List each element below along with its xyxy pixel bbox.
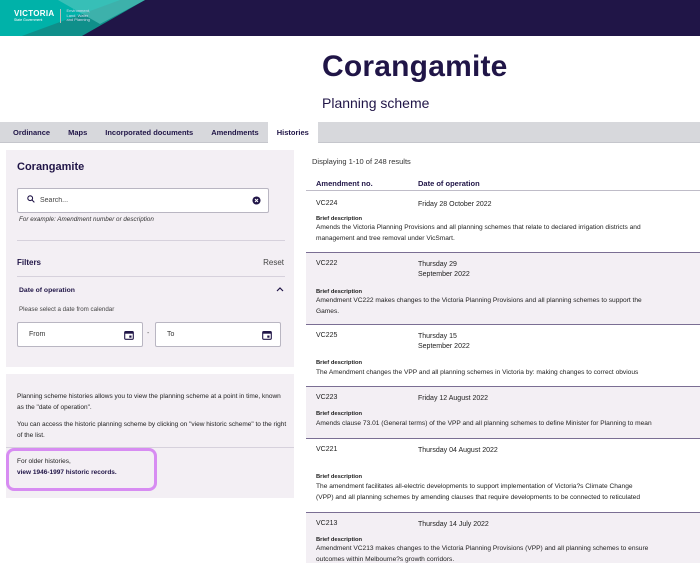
date-of-operation: Thursday 04 August 2022 xyxy=(418,447,498,454)
tab-incorporated-documents[interactable]: Incorporated documents xyxy=(96,122,202,143)
divider xyxy=(17,276,285,277)
brief-description-label: Brief description xyxy=(316,216,363,222)
amendment-number[interactable]: VC223 xyxy=(316,394,337,401)
brief-description: The Amendment changes the VPP and all pl… xyxy=(316,369,639,376)
date-of-operation: Friday 28 October 2022 xyxy=(418,201,492,208)
search-filter-panel: Corangamite For example: Amendment numbe… xyxy=(6,150,294,367)
brief-description-label: Brief description xyxy=(316,289,363,295)
column-header-date: Date of operation xyxy=(418,179,480,188)
row-divider xyxy=(306,386,700,387)
filters-heading: Filters xyxy=(17,258,42,267)
chevron-up-icon[interactable] xyxy=(276,286,284,292)
brief-description-label: Brief description xyxy=(316,474,363,480)
top-header-bar: VICTORIA State Government Environment, L… xyxy=(0,0,700,36)
date-of-operation: Thursday 14 July 2022 xyxy=(418,521,489,528)
date-of-operation-heading[interactable]: Date of operation xyxy=(19,287,75,294)
department-name: Environment, Land, Water and Planning xyxy=(60,8,98,23)
row-divider xyxy=(306,512,700,513)
page-subtitle: Planning scheme xyxy=(322,95,430,111)
older-histories-text: For older histories, xyxy=(17,458,71,465)
search-icon xyxy=(27,195,35,203)
brief-description-label: Brief description xyxy=(316,360,363,366)
date-to-field[interactable]: To xyxy=(155,322,281,347)
divider xyxy=(17,240,285,241)
date-range-separator: - xyxy=(147,330,150,337)
brief-description: The amendment facilitates all-electric d… xyxy=(316,483,641,501)
date-of-operation: Thursday 15 September 2022 xyxy=(418,333,470,350)
tab-amendments[interactable]: Amendments xyxy=(202,122,268,143)
search-box xyxy=(17,188,269,213)
info-paragraph: You can access the historic planning sch… xyxy=(17,421,287,439)
search-hint: For example: Amendment number or descrip… xyxy=(19,216,154,223)
results-count: Displaying 1-10 of 248 results xyxy=(312,157,411,166)
amendment-number[interactable]: VC222 xyxy=(316,260,337,267)
search-input[interactable] xyxy=(40,192,240,209)
tab-maps[interactable]: Maps xyxy=(59,122,96,143)
date-hint: Please select a date from calendar xyxy=(19,306,115,313)
date-of-operation: Thursday 29 September 2022 xyxy=(418,261,470,278)
panel-title: Corangamite xyxy=(17,161,85,173)
tab-histories[interactable]: Histories xyxy=(267,122,318,144)
older-histories: For older histories, view 1946-1997 hist… xyxy=(17,457,117,478)
table-row[interactable]: VC225 Thursday 15 September 2022 Brief d… xyxy=(306,324,700,386)
amendment-number[interactable]: VC221 xyxy=(316,446,337,453)
row-divider xyxy=(306,324,700,325)
clear-search-icon[interactable] xyxy=(252,196,261,205)
column-header-amendment: Amendment no. xyxy=(316,179,373,188)
brief-description: Amends the Victoria Planning Provisions … xyxy=(316,224,641,242)
date-of-operation: Friday 12 August 2022 xyxy=(418,395,489,402)
page-title: Corangamite xyxy=(322,50,508,83)
amendment-number[interactable]: VC225 xyxy=(316,332,337,339)
logo-wordmark: VICTORIA State Government xyxy=(14,9,55,22)
row-divider xyxy=(306,252,700,253)
row-divider xyxy=(306,438,700,439)
calendar-icon[interactable] xyxy=(124,330,134,340)
amendment-number[interactable]: VC213 xyxy=(316,520,337,527)
reset-button[interactable]: Reset xyxy=(263,258,284,267)
brief-description: Amendment VC213 makes changes to the Vic… xyxy=(316,545,649,563)
date-to-label: To xyxy=(167,331,175,338)
brief-description-label: Brief description xyxy=(316,537,363,543)
table-row[interactable]: VC223 Friday 12 August 2022 Brief descri… xyxy=(306,386,700,438)
results-table-header: Amendment no. Date of operation xyxy=(306,175,700,191)
table-row[interactable]: VC224 Friday 28 October 2022 Brief descr… xyxy=(306,192,700,252)
tab-bar: Ordinance Maps Incorporated documents Am… xyxy=(0,122,700,144)
info-paragraph: Planning scheme histories allows you to … xyxy=(17,393,281,411)
brief-description: Amendment VC222 makes changes to the Vic… xyxy=(316,297,642,315)
table-row[interactable]: VC222 Thursday 29 September 2022 Brief d… xyxy=(306,252,700,324)
victoria-logo[interactable]: VICTORIA State Government Environment, L… xyxy=(14,8,98,23)
historic-records-link[interactable]: view 1946-1997 historic records. xyxy=(17,468,117,479)
brief-description: Amends clause 73.01 (General terms) of t… xyxy=(316,420,652,427)
tab-ordinance[interactable]: Ordinance xyxy=(4,122,59,143)
date-from-field[interactable]: From xyxy=(17,322,143,347)
calendar-icon[interactable] xyxy=(262,330,272,340)
table-row[interactable]: VC221 Thursday 04 August 2022 Brief desc… xyxy=(306,438,700,512)
table-row[interactable]: VC213 Thursday 14 July 2022 Brief descri… xyxy=(306,512,700,563)
amendment-number[interactable]: VC224 xyxy=(316,200,337,207)
brief-description-label: Brief description xyxy=(316,411,363,417)
date-from-label: From xyxy=(29,331,46,338)
